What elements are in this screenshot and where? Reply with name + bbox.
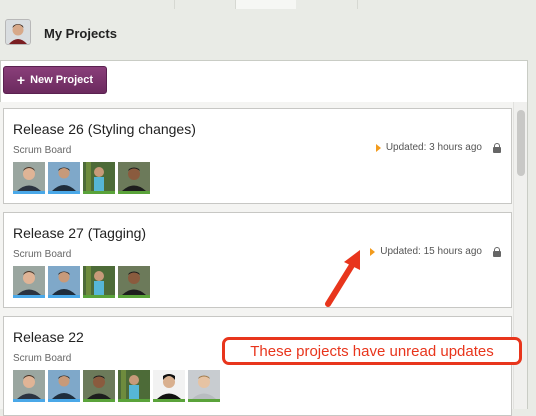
top-tab-4[interactable] — [297, 0, 358, 9]
member-avatar[interactable] — [13, 370, 45, 402]
user-avatar[interactable] — [5, 19, 31, 45]
member-avatar[interactable] — [83, 370, 115, 402]
project-card[interactable]: Release 27 (Tagging) Scrum Board Updated… — [3, 212, 512, 308]
top-tab-strip — [0, 0, 536, 9]
updated-status: Updated: 3 hours ago — [375, 142, 501, 153]
member-avatar[interactable] — [118, 370, 150, 402]
member-avatar[interactable] — [48, 266, 80, 298]
member-avatar[interactable] — [48, 162, 80, 194]
member-avatar[interactable] — [118, 266, 150, 298]
member-avatar[interactable] — [153, 370, 185, 402]
lock-icon — [493, 143, 501, 153]
updated-text: Updated: 15 hours ago — [380, 246, 482, 257]
unread-flag-icon — [370, 247, 376, 256]
member-avatars — [13, 266, 150, 298]
member-avatars — [13, 162, 150, 194]
member-avatar[interactable] — [48, 370, 80, 402]
page-title: My Projects — [44, 26, 117, 41]
avatar-photo — [6, 20, 30, 44]
project-board-type: Scrum Board — [13, 353, 72, 364]
member-avatar[interactable] — [13, 266, 45, 298]
scrollbar-thumb[interactable] — [517, 110, 525, 176]
member-avatar[interactable] — [13, 162, 45, 194]
project-board-type: Scrum Board — [13, 145, 72, 156]
annotation-arrow — [325, 250, 360, 307]
page-header: My Projects — [0, 16, 536, 52]
member-avatars — [13, 370, 220, 402]
project-title[interactable]: Release 27 (Tagging) — [13, 225, 146, 241]
annotation-text: These projects have unread updates — [250, 342, 494, 360]
top-tab-2[interactable] — [175, 0, 236, 9]
project-title[interactable]: Release 22 — [13, 329, 84, 345]
updated-status: Updated: 15 hours ago — [370, 246, 501, 257]
lock-icon — [493, 247, 501, 257]
plus-icon: + — [16, 72, 26, 88]
updated-text: Updated: 3 hours ago — [385, 142, 482, 153]
top-tab-1[interactable] — [0, 0, 175, 9]
project-card[interactable]: Release 22 Scrum Board — [3, 316, 512, 416]
top-tab-active[interactable] — [236, 0, 296, 9]
member-avatar[interactable] — [118, 162, 150, 194]
member-avatar[interactable] — [83, 162, 115, 194]
new-project-label: New Project — [30, 74, 94, 86]
annotation-callout: These projects have unread updates — [222, 337, 522, 365]
unread-flag-icon — [375, 143, 381, 152]
member-avatar[interactable] — [83, 266, 115, 298]
member-avatar[interactable] — [188, 370, 220, 402]
project-board-type: Scrum Board — [13, 249, 72, 260]
project-card[interactable]: Release 26 (Styling changes) Scrum Board… — [3, 108, 512, 204]
project-title[interactable]: Release 26 (Styling changes) — [13, 121, 196, 137]
new-project-button[interactable]: + New Project — [3, 66, 107, 94]
